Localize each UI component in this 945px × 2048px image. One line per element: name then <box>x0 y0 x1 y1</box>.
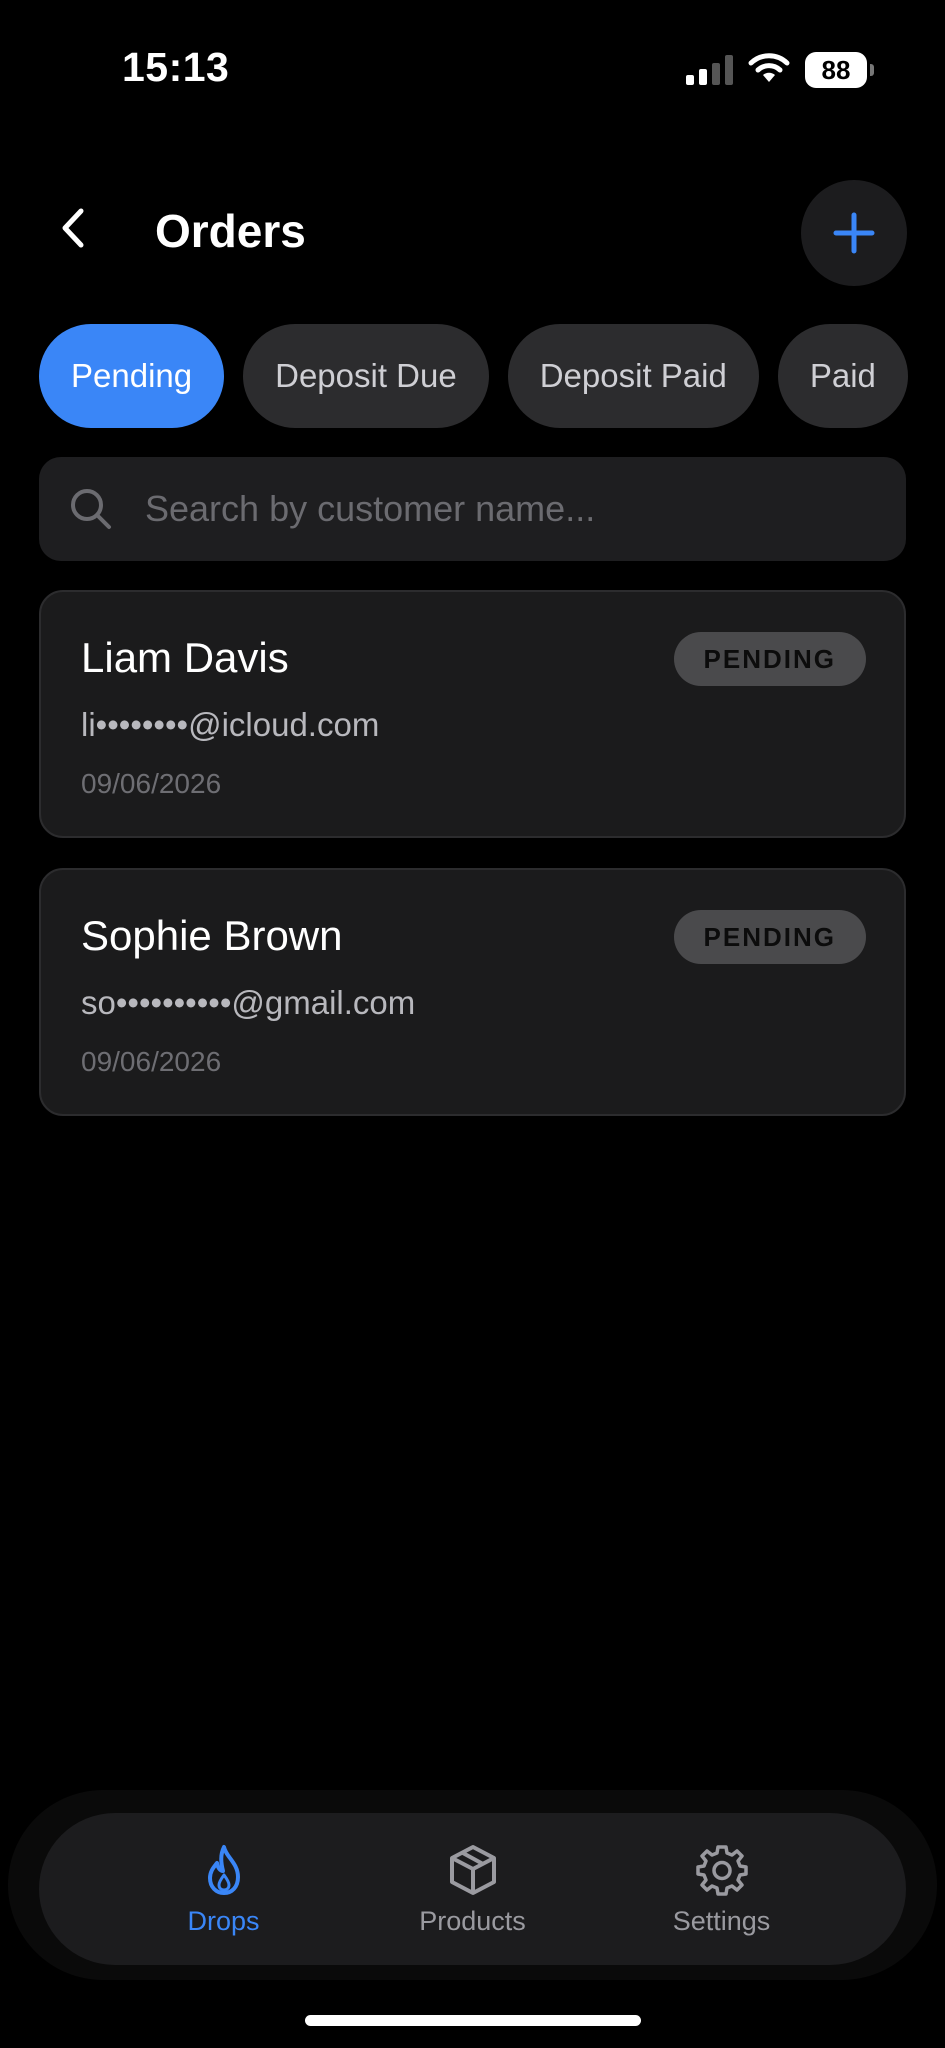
order-list: Liam Davis PENDING li••••••••@icloud.com… <box>39 590 906 1146</box>
order-date: 09/06/2026 <box>81 1046 222 1077</box>
nav-item-products[interactable]: Products <box>393 1842 553 1937</box>
nav-item-drops[interactable]: Drops <box>144 1842 304 1937</box>
tab-deposit-paid[interactable]: Deposit Paid <box>507 324 759 428</box>
search-icon <box>69 487 113 531</box>
bottom-nav: Drops Products Settings <box>39 1813 906 1965</box>
header: Orders <box>0 180 945 290</box>
chevron-left-icon <box>62 208 84 248</box>
customer-email: so••••••••••@gmail.com <box>81 984 416 1021</box>
search-bar <box>39 457 906 561</box>
nav-item-settings[interactable]: Settings <box>642 1842 802 1937</box>
cellular-signal-icon <box>686 55 733 85</box>
status-badge: PENDING <box>673 632 866 686</box>
plus-icon <box>833 212 875 254</box>
box-icon <box>445 1842 501 1898</box>
wifi-icon <box>747 51 791 90</box>
gear-icon <box>694 1842 750 1898</box>
customer-email: li••••••••@icloud.com <box>81 706 380 743</box>
home-indicator[interactable] <box>305 2015 641 2026</box>
status-indicators: 88 <box>686 50 874 90</box>
add-order-button[interactable] <box>801 180 907 286</box>
customer-name: Liam Davis <box>81 634 289 681</box>
battery-level: 88 <box>821 54 851 85</box>
status-bar: 15:13 88 <box>0 0 945 140</box>
order-card[interactable]: Sophie Brown PENDING so••••••••••@gmail.… <box>39 868 906 1116</box>
customer-name: Sophie Brown <box>81 912 343 959</box>
status-filter-tabs: Pending Deposit Due Deposit Paid Paid <box>39 324 945 428</box>
status-time: 15:13 <box>122 44 230 90</box>
page-title: Orders <box>155 205 306 257</box>
tab-paid[interactable]: Paid <box>777 324 908 428</box>
battery-icon: 88 <box>805 52 874 88</box>
nav-label-drops: Drops <box>187 1905 260 1936</box>
flame-icon <box>196 1842 252 1898</box>
tab-deposit-due[interactable]: Deposit Due <box>243 324 489 428</box>
status-badge: PENDING <box>673 910 866 964</box>
nav-label-settings: Settings <box>672 1905 771 1936</box>
order-card[interactable]: Liam Davis PENDING li••••••••@icloud.com… <box>39 590 906 838</box>
order-date: 09/06/2026 <box>81 768 222 799</box>
tab-pending[interactable]: Pending <box>39 324 225 428</box>
search-input[interactable] <box>145 488 906 530</box>
back-button[interactable] <box>48 200 98 256</box>
nav-label-products: Products <box>419 1905 526 1936</box>
